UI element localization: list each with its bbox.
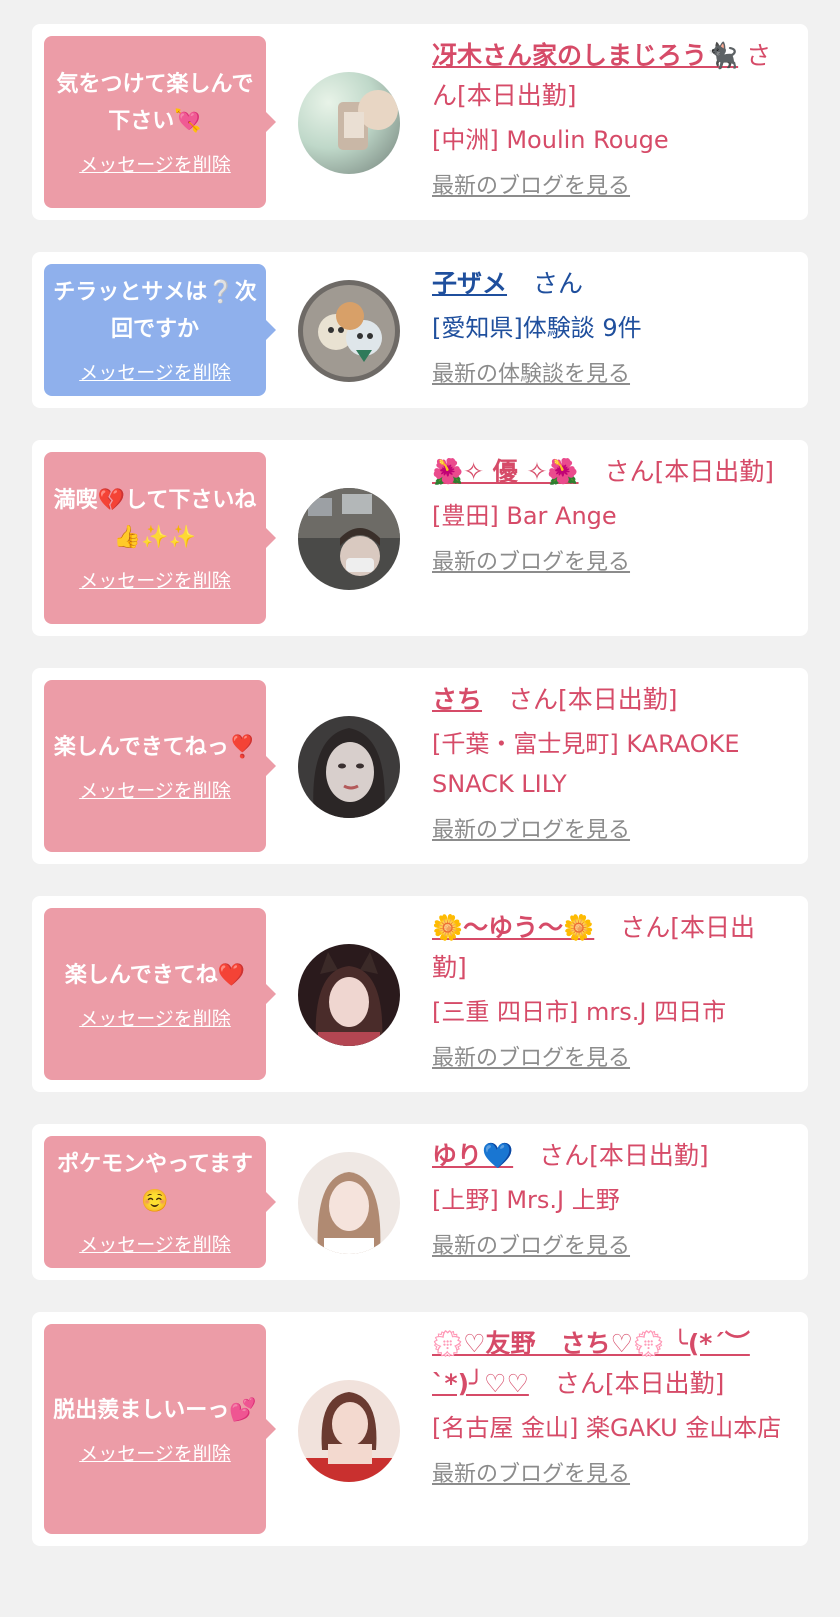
latest-blog-link[interactable]: 最新のブログを見る: [432, 548, 782, 578]
message-text: 楽しんできてね❤️: [64, 962, 246, 988]
name-line: 🌼〜ゆう〜🌼 さん[本日出勤]: [432, 908, 782, 988]
avatar[interactable]: [298, 716, 400, 818]
latest-blog-link[interactable]: 最新のブログを見る: [432, 1044, 782, 1074]
name-suffix: さん[本日出勤]: [604, 457, 775, 486]
latest-blog-link[interactable]: 最新のブログを見る: [432, 1460, 782, 1490]
message-card: 楽しんできてねっ❣️ メッセージを削除 さち さん[本日出勤] [千葉・富士見町…: [32, 668, 808, 864]
avatar-image: [303, 285, 395, 377]
message-bubble: 楽しんできてねっ❣️ メッセージを削除: [44, 680, 276, 852]
avatar-image: [298, 488, 400, 576]
delete-message-link[interactable]: メッセージを削除: [79, 360, 231, 386]
shop-info: [豊田] Bar Ange: [432, 502, 617, 530]
delete-message-link[interactable]: メッセージを削除: [79, 778, 231, 804]
profile-name-link[interactable]: 🌼〜ゆう〜🌼: [432, 913, 594, 942]
message-text: 脱出羨ましいーっ💕: [53, 1397, 257, 1423]
name-suffix: さん: [532, 269, 583, 298]
message-text: 気をつけて楽しんで下さい💘: [56, 72, 254, 134]
message-text: ポケモンやってます☺️: [57, 1152, 253, 1214]
message-bubble: 脱出羨ましいーっ💕 メッセージを削除: [44, 1324, 276, 1534]
message-card: チラッとサメは❔次回ですか メッセージを削除 子ザメ さん [愛知県]体験談 9…: [32, 252, 808, 408]
message-card: 気をつけて楽しんで下さい💘 メッセージを削除 冴木さん家のしまじろう🐈‍⬛ さん…: [32, 24, 808, 220]
avatar-image: [338, 90, 398, 150]
name-line: 🌺✧ 優 ✧🌺 さん[本日出勤]: [432, 452, 782, 492]
delete-message-link[interactable]: メッセージを削除: [79, 1232, 231, 1258]
name-suffix: さん[本日出勤]: [507, 685, 678, 714]
message-card: ポケモンやってます☺️ メッセージを削除 ゆり💙 さん[本日出勤] [上野] M…: [32, 1124, 808, 1280]
name-suffix: さん[本日出勤]: [539, 1141, 709, 1170]
shop-info: [中洲] Moulin Rouge: [432, 126, 669, 154]
profile-info: 🌼〜ゆう〜🌼 さん[本日出勤] [三重 四日市] mrs.J 四日市 最新のブロ…: [432, 908, 782, 1074]
message-text: チラッとサメは❔次回ですか: [53, 280, 257, 342]
message-bubble: 気をつけて楽しんで下さい💘 メッセージを削除: [44, 36, 276, 208]
profile-info: 子ザメ さん [愛知県]体験談 9件 最新の体験談を見る: [432, 264, 782, 390]
shop-info: [千葉・富士見町] KARAOKE SNACK LILY: [432, 730, 740, 798]
delete-message-link[interactable]: メッセージを削除: [79, 1006, 231, 1032]
avatar[interactable]: [298, 1380, 400, 1482]
latest-experience-link[interactable]: 最新の体験談を見る: [432, 360, 782, 390]
avatar-image: [298, 1392, 400, 1482]
avatar-image: [313, 728, 385, 818]
name-line: さち さん[本日出勤]: [432, 680, 782, 720]
shop-info: [愛知県]体験談 9件: [432, 314, 642, 342]
message-bubble: ポケモンやってます☺️ メッセージを削除: [44, 1136, 276, 1268]
avatar[interactable]: [298, 280, 400, 382]
latest-blog-link[interactable]: 最新のブログを見る: [432, 1232, 782, 1262]
name-line: ゆり💙 さん[本日出勤]: [432, 1136, 782, 1176]
delete-message-link[interactable]: メッセージを削除: [79, 1441, 231, 1467]
shop-info: [上野] Mrs.J 上野: [432, 1186, 620, 1214]
profile-name-link[interactable]: 冴木さん家のしまじろう🐈‍⬛: [432, 41, 738, 70]
profile-info: 冴木さん家のしまじろう🐈‍⬛ さん[本日出勤] [中洲] Moulin Roug…: [432, 36, 782, 202]
avatar[interactable]: [298, 1152, 400, 1254]
profile-info: ゆり💙 さん[本日出勤] [上野] Mrs.J 上野 最新のブログを見る: [432, 1136, 782, 1262]
name-line: 子ザメ さん: [432, 264, 782, 304]
avatar-image: [315, 952, 383, 1046]
shop-info: [名古屋 金山] 楽GAKU 金山本店: [432, 1414, 782, 1442]
avatar[interactable]: [298, 944, 400, 1046]
message-card: 脱出羨ましいーっ💕 メッセージを削除 💮♡友野 さち♡💮 ╰(*´︶`*)╯♡♡…: [32, 1312, 808, 1546]
avatar[interactable]: [298, 488, 400, 590]
avatar-image: [317, 1172, 381, 1254]
delete-message-link[interactable]: メッセージを削除: [79, 568, 231, 594]
message-bubble: 満喫💔して下さいね👍✨✨ メッセージを削除: [44, 452, 276, 624]
latest-blog-link[interactable]: 最新のブログを見る: [432, 172, 782, 202]
delete-message-link[interactable]: メッセージを削除: [79, 152, 231, 178]
name-suffix: さん[本日出勤]: [554, 1369, 725, 1398]
shop-info: [三重 四日市] mrs.J 四日市: [432, 998, 727, 1026]
message-card: 楽しんできてね❤️ メッセージを削除 🌼〜ゆう〜🌼 さん[本日出勤] [三重 四…: [32, 896, 808, 1092]
profile-info: 💮♡友野 さち♡💮 ╰(*´︶`*)╯♡♡ さん[本日出勤] [名古屋 金山] …: [432, 1324, 782, 1490]
profile-name-link[interactable]: 🌺✧ 優 ✧🌺: [432, 457, 579, 486]
message-text: 満喫💔して下さいね👍✨✨: [53, 488, 257, 550]
latest-blog-link[interactable]: 最新のブログを見る: [432, 816, 782, 846]
message-card: 満喫💔して下さいね👍✨✨ メッセージを削除 🌺✧ 優 ✧🌺 さん[本日出勤] […: [32, 440, 808, 636]
avatar[interactable]: [298, 72, 400, 174]
message-bubble: チラッとサメは❔次回ですか メッセージを削除: [44, 264, 276, 396]
message-bubble: 楽しんできてね❤️ メッセージを削除: [44, 908, 276, 1080]
message-text: 楽しんできてねっ❣️: [53, 734, 257, 760]
profile-info: 🌺✧ 優 ✧🌺 さん[本日出勤] [豊田] Bar Ange 最新のブログを見る: [432, 452, 782, 578]
profile-name-link[interactable]: さち: [432, 685, 482, 714]
profile-name-link[interactable]: 子ザメ: [432, 269, 507, 298]
profile-name-link[interactable]: ゆり💙: [432, 1141, 513, 1170]
message-list: 気をつけて楽しんで下さい💘 メッセージを削除 冴木さん家のしまじろう🐈‍⬛ さん…: [0, 0, 840, 1546]
profile-info: さち さん[本日出勤] [千葉・富士見町] KARAOKE SNACK LILY…: [432, 680, 782, 846]
name-line: 冴木さん家のしまじろう🐈‍⬛ さん[本日出勤]: [432, 36, 782, 116]
name-line: 💮♡友野 さち♡💮 ╰(*´︶`*)╯♡♡ さん[本日出勤]: [432, 1324, 782, 1404]
